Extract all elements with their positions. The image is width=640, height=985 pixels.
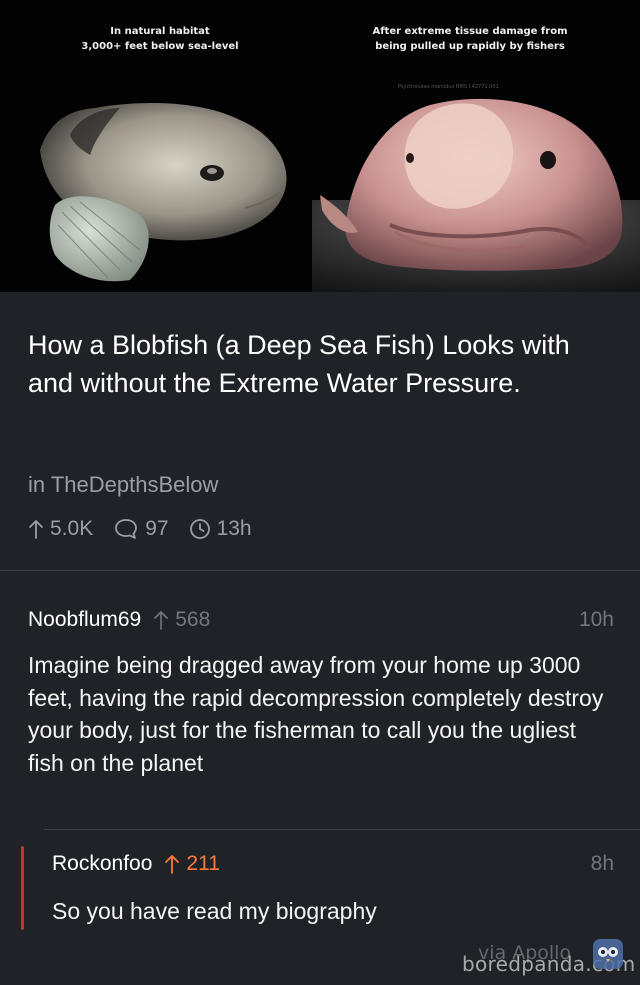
panda-owl-icon [593, 939, 623, 969]
caption-damaged: After extreme tissue damage from being p… [335, 24, 605, 54]
post-age: 13h [189, 517, 252, 541]
reply-score[interactable]: 211 [164, 852, 220, 876]
post-comments[interactable]: 97 [113, 517, 169, 541]
arrow-up-icon [29, 520, 43, 539]
reply-score-value: 211 [186, 852, 220, 875]
post-age-text: 13h [216, 517, 252, 540]
caption-damaged-line1: After extreme tissue damage from [372, 26, 568, 37]
damaged-blobfish [312, 98, 640, 292]
post-upvotes[interactable]: 5.0K [28, 517, 93, 541]
caption-natural: In natural habitat 3,000+ feet below sea… [40, 24, 280, 54]
upvote-count: 5.0K [50, 517, 94, 540]
nested-divider [44, 829, 640, 830]
reply-header: Rockonfoo 211 8h [52, 848, 614, 880]
comment-score[interactable]: 568 [153, 608, 210, 632]
comment-time: 10h [578, 608, 614, 631]
post-title[interactable]: How a Blobfish (a Deep Sea Fish) Looks w… [28, 326, 618, 402]
caption-natural-line2: 3,000+ feet below sea-level [81, 41, 239, 52]
subreddit-name[interactable]: TheDepthsBelow [51, 472, 219, 497]
natural-blobfish [40, 103, 287, 282]
reply-author[interactable]: Rockonfoo [52, 852, 152, 876]
comment-author[interactable]: Noobflum69 [28, 608, 141, 632]
caption-natural-line1: In natural habitat [110, 26, 210, 37]
reply-time: 8h [590, 852, 614, 875]
subreddit-line[interactable]: in TheDepthsBelow [28, 472, 218, 498]
arrow-up-icon [165, 855, 180, 874]
post-image[interactable]: In natural habitat 3,000+ feet below sea… [0, 0, 640, 292]
post-stats: 5.0K 97 13h [28, 514, 272, 544]
caption-damaged-line2: being pulled up rapidly by fishers [375, 41, 565, 52]
clock-icon [189, 519, 210, 539]
thread-depth-bar [21, 846, 24, 930]
reply-body[interactable]: So you have read my biography [52, 896, 612, 926]
comment-body[interactable]: Imagine being dragged away from your hom… [28, 649, 618, 779]
comment-score-value: 568 [175, 608, 211, 631]
comment-count: 97 [145, 517, 169, 540]
comment-header: Noobflum69 568 10h [28, 604, 614, 636]
divider [0, 570, 640, 571]
speech-bubble-icon [115, 519, 138, 539]
image-credit: Psychrolutes marcidus NMS I.42771.001 [398, 84, 499, 90]
arrow-up-icon [154, 611, 169, 630]
subreddit-prefix: in [28, 472, 46, 497]
